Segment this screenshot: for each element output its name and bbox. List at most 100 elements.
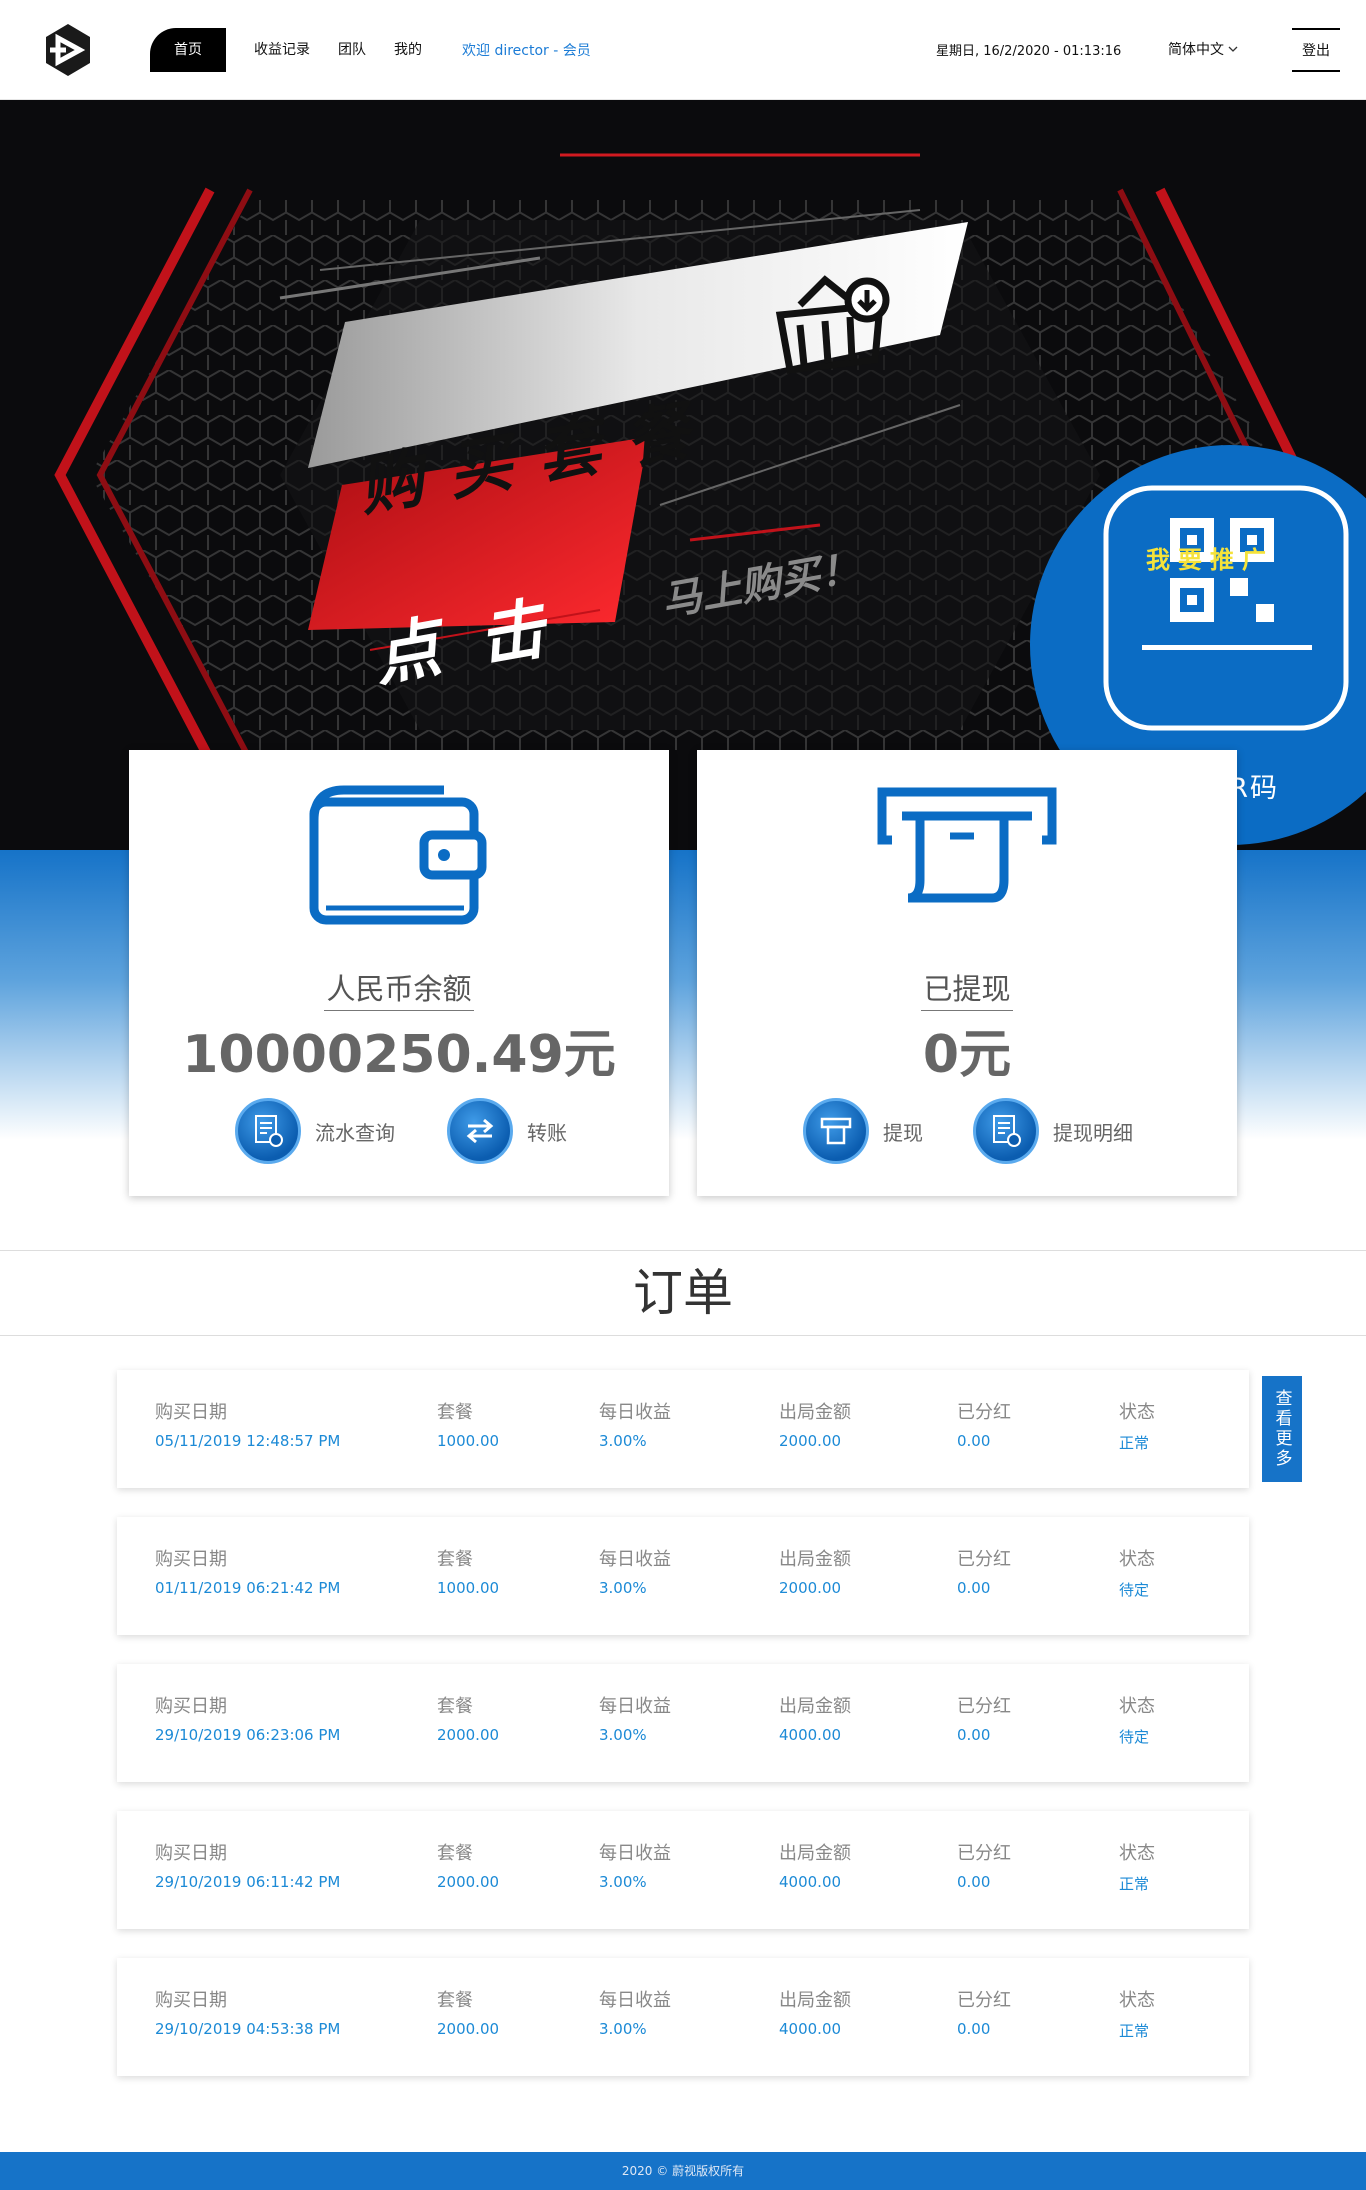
order-cell-purchase-date: 29/10/2019 06:11:42 PM <box>155 1873 341 1891</box>
nav-mine[interactable]: 我的 <box>380 28 436 72</box>
order-col-header: 套餐 <box>437 1990 473 2011</box>
order-cell-exit-amount: 2000.00 <box>779 1579 842 1597</box>
order-col-dividend: 已分红 0.00 <box>957 1986 1011 2038</box>
order-col-header: 每日收益 <box>599 1402 671 1423</box>
order-col-status: 状态 待定 <box>1119 1545 1155 1600</box>
order-col-header: 套餐 <box>437 1549 473 1570</box>
order-col-exit-amount: 出局金额 4000.00 <box>779 1839 851 1891</box>
order-col-status: 状态 正常 <box>1119 1398 1155 1453</box>
transaction-query-label: 流水查询 <box>315 1120 395 1145</box>
order-col-header: 已分红 <box>957 1549 1011 1570</box>
order-col-package: 套餐 1000.00 <box>437 1545 499 1597</box>
order-col-dividend: 已分红 0.00 <box>957 1545 1011 1597</box>
brand-logo-icon[interactable] <box>44 22 92 78</box>
order-col-header: 状态 <box>1119 1990 1155 2011</box>
order-col-header: 每日收益 <box>599 1843 671 1864</box>
transfer-arrows-icon <box>447 1098 513 1164</box>
order-row[interactable]: 购买日期 29/10/2019 04:53:38 PM 套餐 2000.00 每日收益 3… <box>117 1958 1249 2076</box>
withdrawn-value: 0元 <box>922 1025 1012 1085</box>
order-col-header: 购买日期 <box>155 1696 227 1717</box>
order-cell-package: 2000.00 <box>437 1873 500 1891</box>
order-col-header: 状态 <box>1119 1843 1155 1864</box>
withdrawn-label: 已提现 <box>921 972 1013 1011</box>
order-col-header: 出局金额 <box>779 1843 851 1864</box>
order-col-purchase-date: 购买日期 01/11/2019 06:21:42 PM <box>155 1545 340 1597</box>
order-col-header: 已分红 <box>957 1843 1011 1864</box>
order-cell-package: 1000.00 <box>437 1432 500 1450</box>
order-cell-exit-amount: 2000.00 <box>779 1432 842 1450</box>
order-cell-exit-amount: 4000.00 <box>779 1873 842 1891</box>
order-col-header: 已分红 <box>957 1696 1011 1717</box>
order-cell-daily-yield: 3.00% <box>599 1873 647 1891</box>
order-col-daily-yield: 每日收益 3.00% <box>599 1398 671 1450</box>
order-cell-package: 1000.00 <box>437 1579 500 1597</box>
withdraw-icon <box>803 1098 869 1164</box>
order-cell-daily-yield: 3.00% <box>599 1726 647 1744</box>
order-cell-dividend: 0.00 <box>957 1726 991 1744</box>
order-col-header: 已分红 <box>957 1402 1011 1423</box>
welcome-link[interactable]: 欢迎 director - 会员 <box>462 40 591 60</box>
order-col-header: 出局金额 <box>779 1402 851 1423</box>
order-cell-daily-yield: 3.00% <box>599 1432 647 1450</box>
order-cell-package: 2000.00 <box>437 1726 500 1744</box>
order-cell-status[interactable]: 待定 <box>1119 1579 1155 1600</box>
transfer-label: 转账 <box>527 1120 567 1145</box>
order-col-header: 购买日期 <box>155 1843 227 1864</box>
order-cell-status[interactable]: 正常 <box>1119 2020 1155 2041</box>
withdraw-details-button[interactable]: 提现明细 <box>973 1098 1133 1164</box>
order-col-package: 套餐 2000.00 <box>437 1986 499 2038</box>
withdraw-card: 已提现 0元 提现 提现明细 <box>697 750 1237 1196</box>
order-col-exit-amount: 出局金额 4000.00 <box>779 1986 851 2038</box>
logout-button[interactable]: 登出 <box>1292 28 1340 72</box>
order-cell-dividend: 0.00 <box>957 1432 991 1450</box>
order-cell-dividend: 0.00 <box>957 1873 991 1891</box>
statement-icon <box>973 1098 1039 1164</box>
order-col-header: 套餐 <box>437 1843 473 1864</box>
order-cell-daily-yield: 3.00% <box>599 1579 647 1597</box>
main-nav: 首页 收益记录 团队 我的 欢迎 director - 会员 <box>150 28 591 72</box>
order-col-header: 购买日期 <box>155 1990 227 2011</box>
order-col-package: 套餐 1000.00 <box>437 1398 499 1450</box>
balance-value: 10000250.49元 <box>182 1025 616 1085</box>
order-cell-purchase-date: 29/10/2019 04:53:38 PM <box>155 2020 341 2038</box>
order-col-daily-yield: 每日收益 3.00% <box>599 1692 671 1744</box>
order-col-header: 出局金额 <box>779 1696 851 1717</box>
order-row[interactable]: 购买日期 29/10/2019 06:23:06 PM 套餐 2000.00 每日收益 3… <box>117 1664 1249 1782</box>
order-row[interactable]: 购买日期 29/10/2019 06:11:42 PM 套餐 2000.00 每日收益 3… <box>117 1811 1249 1929</box>
atm-withdraw-icon <box>872 780 1062 914</box>
transfer-button[interactable]: 转账 <box>447 1098 567 1164</box>
order-col-package: 套餐 2000.00 <box>437 1692 499 1744</box>
withdraw-button[interactable]: 提现 <box>803 1098 923 1164</box>
order-col-purchase-date: 购买日期 29/10/2019 04:53:38 PM <box>155 1986 340 2038</box>
withdraw-details-label: 提现明细 <box>1053 1120 1133 1145</box>
orders-heading: 订单 <box>0 1250 1366 1336</box>
order-col-header: 状态 <box>1119 1696 1155 1717</box>
order-col-status: 状态 正常 <box>1119 1986 1155 2041</box>
view-more-button[interactable]: 查看更多 <box>1262 1376 1302 1482</box>
order-col-header: 套餐 <box>437 1402 473 1423</box>
order-col-header: 出局金额 <box>779 1990 851 2011</box>
order-cell-exit-amount: 4000.00 <box>779 1726 842 1744</box>
nav-home[interactable]: 首页 <box>150 28 226 72</box>
order-cell-status[interactable]: 正常 <box>1119 1432 1155 1453</box>
wallet-icon <box>304 780 494 934</box>
order-row[interactable]: 购买日期 01/11/2019 06:21:42 PM 套餐 1000.00 每日收益 3… <box>117 1517 1249 1635</box>
order-cell-exit-amount: 4000.00 <box>779 2020 842 2038</box>
top-header: 首页 收益记录 团队 我的 欢迎 director - 会员 星期日, 16/2… <box>0 0 1366 100</box>
order-cell-status[interactable]: 正常 <box>1119 1873 1155 1894</box>
nav-earnings[interactable]: 收益记录 <box>240 28 324 72</box>
promo-banner[interactable]: 购买套餐 点击 马上购买！ 我要推广 扫描QR码 <box>0 100 1366 850</box>
chevron-down-icon <box>1228 41 1238 57</box>
order-row[interactable]: 购买日期 05/11/2019 12:48:57 PM 套餐 1000.00 每日收益 3… <box>117 1370 1249 1488</box>
order-cell-purchase-date: 01/11/2019 06:21:42 PM <box>155 1579 341 1597</box>
nav-team[interactable]: 团队 <box>324 28 380 72</box>
promo-title[interactable]: 我要推广 <box>1146 540 1274 575</box>
withdraw-label: 提现 <box>883 1120 923 1145</box>
transaction-query-button[interactable]: 流水查询 <box>235 1098 395 1164</box>
order-cell-status[interactable]: 待定 <box>1119 1726 1155 1747</box>
order-col-header: 已分红 <box>957 1990 1011 2011</box>
order-col-daily-yield: 每日收益 3.00% <box>599 1545 671 1597</box>
language-label: 简体中文 <box>1168 42 1224 58</box>
order-cell-daily-yield: 3.00% <box>599 2020 647 2038</box>
language-select[interactable]: 简体中文 <box>1168 39 1238 59</box>
